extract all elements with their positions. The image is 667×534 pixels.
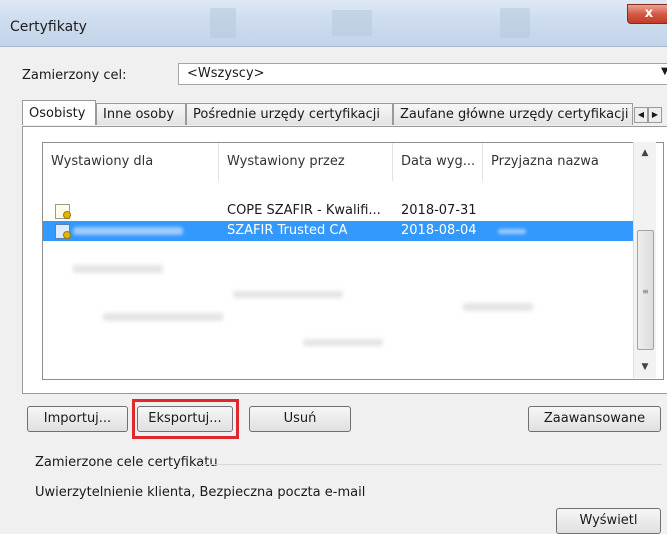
tab-label: Osobisty [29, 106, 86, 121]
column-header-issued-to[interactable]: Wystawiony dla [43, 143, 219, 181]
purpose-label: Zamierzony cel: [22, 68, 127, 83]
tab-scroll-left-button[interactable]: ◀ [634, 107, 648, 123]
redacted-name [498, 229, 526, 234]
certificate-list[interactable]: Wystawiony dla Wystawiony przez Data wyg… [42, 142, 664, 380]
column-header-friendly-name[interactable]: Przyjazna nazwa [483, 143, 638, 181]
chevron-right-icon: ▶ [651, 110, 659, 119]
title-bar: Certyfikaty x [0, 0, 667, 47]
redacted-content [233, 291, 343, 298]
list-header: Wystawiony dla Wystawiony przez Data wyg… [43, 143, 638, 181]
chevron-down-icon: ▼ [661, 66, 667, 77]
column-header-issued-by[interactable]: Wystawiony przez [219, 143, 393, 181]
list-scrollbar[interactable]: ▲ ≡ ▼ [633, 142, 656, 378]
certificate-icon [55, 224, 71, 239]
table-row[interactable]: SZAFIR Trusted CA 2018-08-04 [43, 221, 638, 241]
redacted-name [73, 227, 183, 235]
redacted-content [463, 303, 533, 311]
divider [202, 464, 662, 465]
cert-purposes-label: Zamierzone cele certyfikatu [35, 455, 218, 470]
background-decoration [210, 8, 236, 38]
background-decoration [500, 8, 530, 38]
grip-icon: ≡ [642, 287, 649, 296]
tab-label: Zaufane główne urzędy certyfikacji [400, 107, 629, 122]
cell-issued-by: COPE SZAFIR - Kwalifi... [227, 203, 381, 218]
redacted-content [73, 265, 163, 273]
scrollbar-thumb[interactable]: ≡ [637, 230, 654, 350]
view-button-label: Wyświetl [579, 513, 638, 528]
purpose-dropdown-value: <Wszyscy> [187, 66, 265, 81]
tab-other-people[interactable]: Inne osoby [96, 103, 186, 125]
column-label: Wystawiony przez [227, 154, 345, 169]
cell-issued-by: SZAFIR Trusted CA [227, 223, 348, 238]
redacted-content [303, 339, 383, 346]
tab-trusted-root-ca[interactable]: Zaufane główne urzędy certyfikacji [393, 103, 633, 125]
column-label: Data wyg... [401, 154, 476, 169]
redacted-content [103, 313, 223, 321]
view-button[interactable]: Wyświetl [556, 508, 661, 534]
cert-purposes-text: Uwierzytelnienie klienta, Bezpieczna poc… [35, 485, 366, 500]
advanced-button-label: Zaawansowane [543, 411, 646, 426]
advanced-button[interactable]: Zaawansowane [528, 406, 661, 432]
import-button[interactable]: Importuj... [27, 406, 128, 432]
scroll-down-icon[interactable]: ▼ [634, 358, 656, 376]
import-button-label: Importuj... [43, 411, 112, 426]
tab-label: Inne osoby [103, 107, 175, 122]
table-row[interactable]: COPE SZAFIR - Kwalifi... 2018-07-31 [43, 201, 638, 221]
tab-personal[interactable]: Osobisty [22, 100, 96, 125]
tab-label: Pośrednie urzędy certyfikacji [193, 107, 380, 122]
cell-expiry-date: 2018-07-31 [401, 203, 477, 218]
export-highlight-box [132, 399, 239, 439]
background-decoration [332, 10, 372, 36]
column-label: Wystawiony dla [51, 154, 154, 169]
column-label: Przyjazna nazwa [491, 154, 599, 169]
purpose-dropdown[interactable]: <Wszyscy> ▼ [178, 63, 667, 85]
certificate-icon [55, 204, 71, 219]
chevron-left-icon: ◀ [637, 110, 645, 119]
remove-button[interactable]: Usuń [249, 406, 351, 432]
column-header-expiry-date[interactable]: Data wyg... [393, 143, 483, 181]
scroll-up-icon[interactable]: ▲ [634, 144, 656, 162]
tab-intermediate-ca[interactable]: Pośrednie urzędy certyfikacji [186, 103, 393, 125]
close-button[interactable]: x [627, 4, 667, 24]
remove-button-label: Usuń [283, 411, 317, 426]
window-title: Certyfikaty [10, 19, 87, 35]
close-icon: x [644, 6, 654, 21]
tab-scroll-right-button[interactable]: ▶ [648, 107, 662, 123]
cell-expiry-date: 2018-08-04 [401, 223, 477, 238]
